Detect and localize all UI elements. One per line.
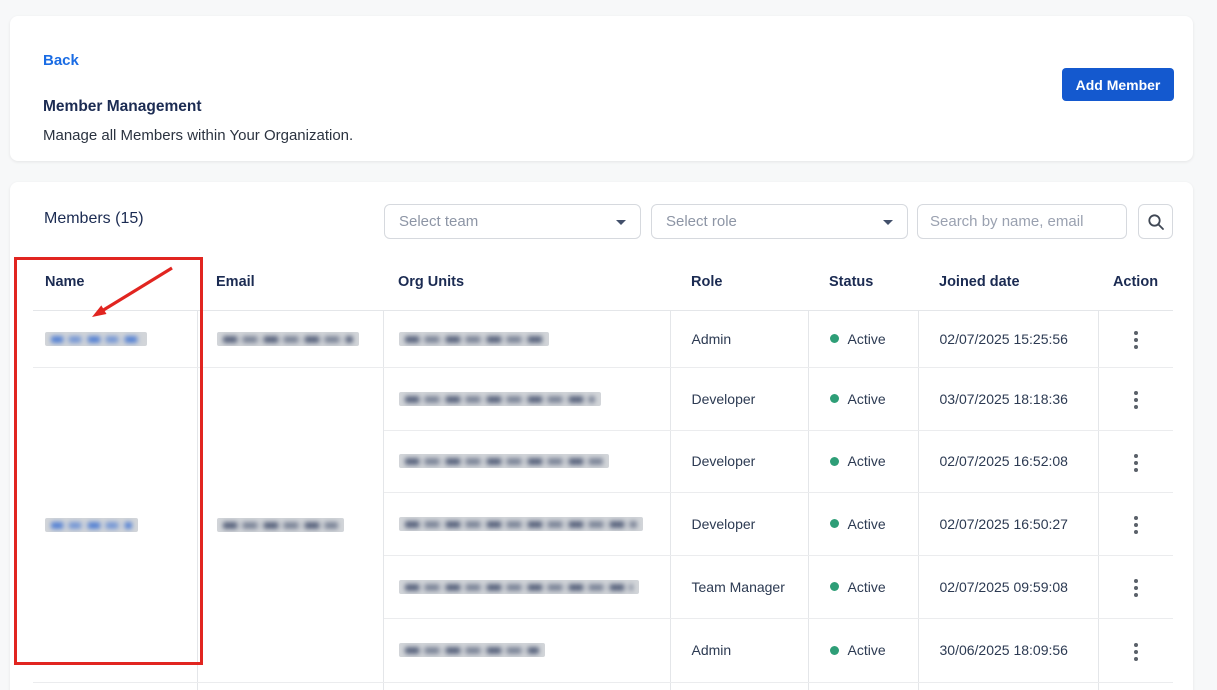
- joined-date-cell: 30/06/2025 18:09:56: [918, 618, 1098, 682]
- column-header-role: Role: [670, 255, 808, 310]
- chevron-down-icon: [883, 220, 893, 225]
- chevron-down-icon: [616, 220, 626, 225]
- redacted-org-unit: [399, 643, 545, 657]
- status-cell: Active: [808, 367, 918, 430]
- redacted-member-email: [217, 518, 344, 532]
- joined-date-cell: 02/07/2025 16:52:08: [918, 430, 1098, 492]
- role-cell: Developer: [670, 430, 808, 492]
- column-header-action: Action: [1098, 255, 1173, 310]
- status-cell: Active: [808, 618, 918, 682]
- magnifier-icon: [1147, 213, 1165, 231]
- members-table: Name Email Org Units Role Status Joined …: [33, 255, 1173, 690]
- status-active-dot: [830, 519, 839, 528]
- joined-date-cell: 02/07/2025 09:59:08: [918, 555, 1098, 618]
- row-actions-kebab-icon[interactable]: [1126, 385, 1146, 415]
- table-row: Admin Active 02/07/2025 15:25:56: [33, 310, 1173, 367]
- redacted-member-email: [217, 332, 359, 346]
- members-card: Members (15) Select team Select role Nam…: [10, 182, 1193, 690]
- redacted-org-unit: [399, 332, 549, 346]
- row-actions-kebab-icon[interactable]: [1126, 325, 1146, 355]
- redacted-org-unit: [399, 517, 643, 531]
- role-filter-select[interactable]: Select role: [651, 204, 908, 239]
- role-cell: Admin: [670, 618, 808, 682]
- redacted-org-unit: [399, 454, 609, 468]
- role-cell: Team Manager: [670, 555, 808, 618]
- joined-date-cell: 03/07/2025 18:18:36: [918, 367, 1098, 430]
- header-card: Back Member Management Manage all Member…: [10, 16, 1193, 161]
- role-cell: Developer: [670, 492, 808, 555]
- status-badge: Active: [848, 579, 886, 595]
- table-row-partial: [33, 682, 1173, 690]
- status-badge: Active: [848, 516, 886, 532]
- status-badge: Active: [848, 642, 886, 658]
- table-header-row: Name Email Org Units Role Status Joined …: [33, 255, 1173, 310]
- page-subtitle: Manage all Members within Your Organizat…: [43, 127, 353, 144]
- status-cell: Active: [808, 430, 918, 492]
- status-active-dot: [830, 582, 839, 591]
- column-header-status: Status: [808, 255, 918, 310]
- role-cell: Developer: [670, 367, 808, 430]
- table-row: Developer Active 03/07/2025 18:18:36: [33, 367, 1173, 430]
- role-cell: Admin: [670, 310, 808, 367]
- status-cell: Active: [808, 310, 918, 367]
- redacted-org-unit: [399, 392, 601, 406]
- status-badge: Active: [848, 391, 886, 407]
- members-count-heading: Members (15): [44, 210, 144, 228]
- status-active-dot: [830, 394, 839, 403]
- page-title: Member Management: [43, 98, 201, 116]
- row-actions-kebab-icon[interactable]: [1126, 637, 1146, 667]
- column-header-joined-date: Joined date: [918, 255, 1098, 310]
- role-filter-placeholder: Select role: [666, 213, 737, 230]
- redacted-member-name-link[interactable]: [45, 518, 138, 532]
- back-link[interactable]: Back: [43, 52, 79, 69]
- column-header-name: Name: [33, 255, 197, 310]
- row-actions-kebab-icon[interactable]: [1126, 448, 1146, 478]
- row-actions-kebab-icon[interactable]: [1126, 510, 1146, 540]
- column-header-org-units: Org Units: [383, 255, 670, 310]
- joined-date-cell: 02/07/2025 15:25:56: [918, 310, 1098, 367]
- team-filter-placeholder: Select team: [399, 213, 478, 230]
- search-button[interactable]: [1138, 204, 1173, 239]
- redacted-org-unit: [399, 580, 639, 594]
- status-active-dot: [830, 334, 839, 343]
- status-cell: Active: [808, 555, 918, 618]
- row-actions-kebab-icon[interactable]: [1126, 573, 1146, 603]
- status-active-dot: [830, 646, 839, 655]
- search-input[interactable]: [917, 204, 1127, 239]
- status-cell: Active: [808, 492, 918, 555]
- add-member-button[interactable]: Add Member: [1062, 68, 1174, 101]
- column-header-email: Email: [197, 255, 383, 310]
- status-badge: Active: [848, 331, 886, 347]
- team-filter-select[interactable]: Select team: [384, 204, 641, 239]
- status-badge: Active: [848, 453, 886, 469]
- redacted-member-name-link[interactable]: [45, 332, 147, 346]
- status-active-dot: [830, 457, 839, 466]
- joined-date-cell: 02/07/2025 16:50:27: [918, 492, 1098, 555]
